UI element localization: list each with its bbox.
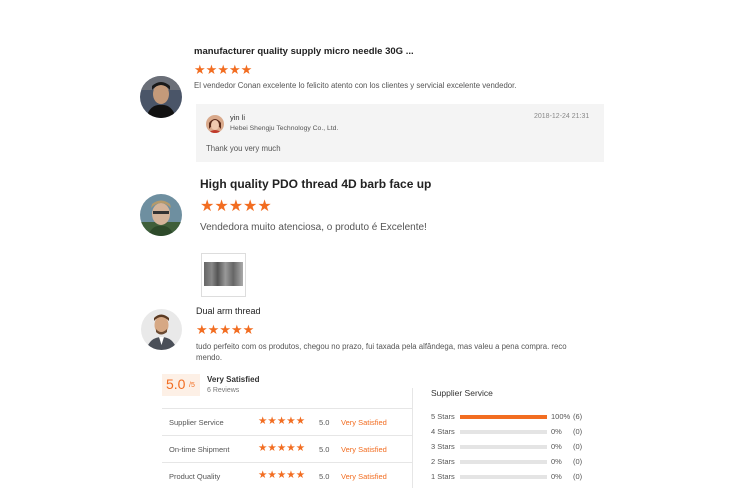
rating-stars: ★ ★ ★ ★ ★	[200, 199, 272, 215]
star-icon: ★	[228, 198, 244, 215]
distribution-count: (6)	[573, 412, 583, 421]
star-icon: ★	[217, 62, 229, 77]
star-icon: ★	[200, 198, 215, 215]
divider	[412, 388, 413, 488]
star-icon: ★	[258, 442, 268, 454]
star-icon: ★	[267, 469, 277, 481]
review-text: Vendedora muito atenciosa, o produto é E…	[200, 222, 427, 233]
review-text: El vendedor Conan excelente lo felicito …	[194, 81, 517, 90]
star-icon: ★	[257, 198, 272, 215]
seller-company: Hebei Shengju Technology Co., Ltd.	[230, 125, 339, 132]
star-icon: ★	[276, 442, 287, 454]
distribution-percent: 0%	[551, 427, 562, 436]
rating-stars: ★ ★ ★ ★ ★	[194, 63, 252, 76]
star-icon: ★	[240, 62, 253, 77]
reply-text: Thank you very much	[206, 144, 281, 153]
star-icon: ★	[295, 469, 306, 481]
service-label: Supplier Service	[169, 418, 224, 427]
divider	[162, 462, 412, 463]
reviewer-avatar	[141, 309, 182, 350]
reviewer-avatar	[140, 194, 182, 236]
star-icon: ★	[286, 469, 296, 481]
service-stars: ★ ★ ★ ★ ★	[258, 443, 305, 454]
distribution-title: Supplier Service	[431, 388, 493, 398]
reply-date: 2018-12-24 21:31	[534, 113, 590, 120]
star-icon: ★	[276, 469, 287, 481]
star-icon: ★	[267, 442, 277, 454]
distribution-label: 4 Stars	[431, 427, 455, 436]
service-score: 5.0	[319, 472, 330, 481]
star-icon: ★	[228, 62, 241, 77]
star-icon: ★	[243, 198, 258, 215]
reviewer-avatar	[140, 76, 182, 118]
star-icon: ★	[258, 469, 268, 481]
review-photo	[204, 262, 243, 286]
service-score: 5.0	[319, 445, 330, 454]
seller-name: yin li	[230, 113, 246, 122]
rating-stars: ★ ★ ★ ★ ★	[196, 323, 254, 336]
distribution-percent: 0%	[551, 457, 562, 466]
distribution-percent: 100%	[551, 412, 571, 421]
distribution-bar-fill	[460, 415, 547, 419]
star-icon: ★	[286, 442, 296, 454]
seller-avatar	[206, 115, 224, 133]
distribution-label: 1 Stars	[431, 472, 455, 481]
product-title[interactable]: High quality PDO thread 4D barb face up	[200, 177, 431, 191]
distribution-percent: 0%	[551, 472, 562, 481]
distribution-bar	[460, 460, 547, 464]
distribution-count: (0)	[573, 457, 583, 466]
overall-score-suffix: /5	[189, 382, 195, 389]
distribution-bar	[460, 475, 547, 479]
review-text-continued: mendo.	[196, 353, 223, 362]
distribution-label: 3 Stars	[431, 442, 455, 451]
product-title[interactable]: manufacturer quality supply micro needle…	[194, 46, 414, 57]
star-icon: ★	[242, 322, 255, 337]
seller-reply: yin li Hebei Shengju Technology Co., Ltd…	[196, 104, 604, 162]
distribution-count: (0)	[573, 442, 583, 451]
star-icon: ★	[258, 415, 268, 427]
star-icon: ★	[214, 198, 229, 215]
service-satisfaction: Very Satisfied	[341, 418, 387, 427]
service-stars: ★ ★ ★ ★ ★	[258, 470, 305, 481]
service-satisfaction: Very Satisfied	[341, 445, 387, 454]
star-icon: ★	[205, 62, 218, 77]
distribution-percent: 0%	[551, 442, 562, 451]
star-icon: ★	[295, 442, 306, 454]
star-icon: ★	[230, 322, 243, 337]
distribution-bar	[460, 430, 547, 434]
service-score: 5.0	[319, 418, 330, 427]
review-text: tudo perfeito com os produtos, chegou no…	[196, 342, 567, 351]
star-icon: ★	[286, 415, 296, 427]
distribution-label: 2 Stars	[431, 457, 455, 466]
review-photo-thumbnail[interactable]	[201, 253, 246, 297]
service-label: On-time Shipment	[169, 445, 230, 454]
divider	[162, 435, 412, 436]
reviews-count: 6 Reviews	[207, 387, 240, 394]
star-icon: ★	[196, 322, 208, 337]
service-label: Product Quality	[169, 472, 221, 481]
service-stars: ★ ★ ★ ★ ★	[258, 416, 305, 427]
distribution-count: (0)	[573, 427, 583, 436]
star-icon: ★	[207, 322, 220, 337]
star-icon: ★	[194, 62, 206, 77]
star-icon: ★	[295, 415, 306, 427]
distribution-bar	[460, 415, 547, 419]
star-icon: ★	[219, 322, 231, 337]
distribution-bar	[460, 445, 547, 449]
divider	[162, 408, 412, 409]
overall-score-box: 5.0 /5	[162, 374, 200, 396]
overall-label: Very Satisfied	[207, 375, 260, 384]
star-icon: ★	[276, 415, 287, 427]
product-title[interactable]: Dual arm thread	[196, 306, 261, 316]
distribution-count: (0)	[573, 472, 583, 481]
service-satisfaction: Very Satisfied	[341, 472, 387, 481]
overall-score: 5.0	[166, 376, 186, 392]
distribution-label: 5 Stars	[431, 412, 455, 421]
star-icon: ★	[267, 415, 277, 427]
